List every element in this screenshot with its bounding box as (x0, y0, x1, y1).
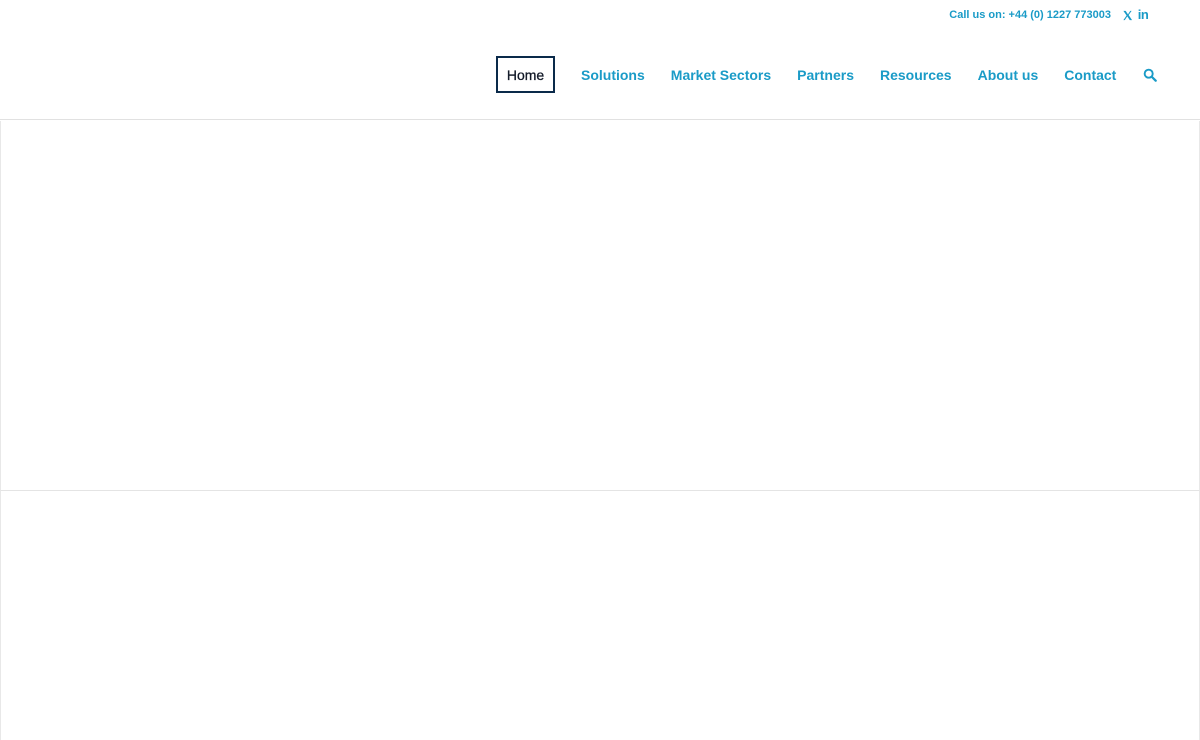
nav-item-partners[interactable]: Partners (797, 56, 854, 93)
content-section-main (0, 491, 1200, 740)
nav-item-about-us[interactable]: About us (978, 56, 1039, 93)
linkedin-glyph: in (1137, 7, 1149, 22)
social-links: in (1121, 8, 1149, 22)
x-twitter-glyph (1122, 10, 1132, 20)
content-section-hero (0, 121, 1200, 491)
nav-item-solutions[interactable]: Solutions (581, 56, 645, 93)
nav-item-contact[interactable]: Contact (1064, 56, 1116, 93)
page: Call us on: +44 (0) 1227 773003 in Home … (0, 0, 1200, 740)
site-header: Call us on: +44 (0) 1227 773003 in Home … (0, 0, 1200, 120)
nav-item-market-sectors[interactable]: Market Sectors (671, 56, 771, 93)
nav-item-resources[interactable]: Resources (880, 56, 952, 93)
header-topbar: Call us on: +44 (0) 1227 773003 in (949, 4, 1149, 26)
main-nav: Home Solutions Market Sectors Partners R… (496, 56, 1158, 93)
linkedin-icon[interactable]: in (1137, 8, 1149, 22)
search-icon (1144, 68, 1158, 82)
x-twitter-icon[interactable] (1121, 8, 1133, 22)
phone-number: Call us on: +44 (0) 1227 773003 (949, 9, 1111, 21)
search-button[interactable] (1142, 56, 1158, 93)
nav-item-home[interactable]: Home (496, 56, 555, 93)
